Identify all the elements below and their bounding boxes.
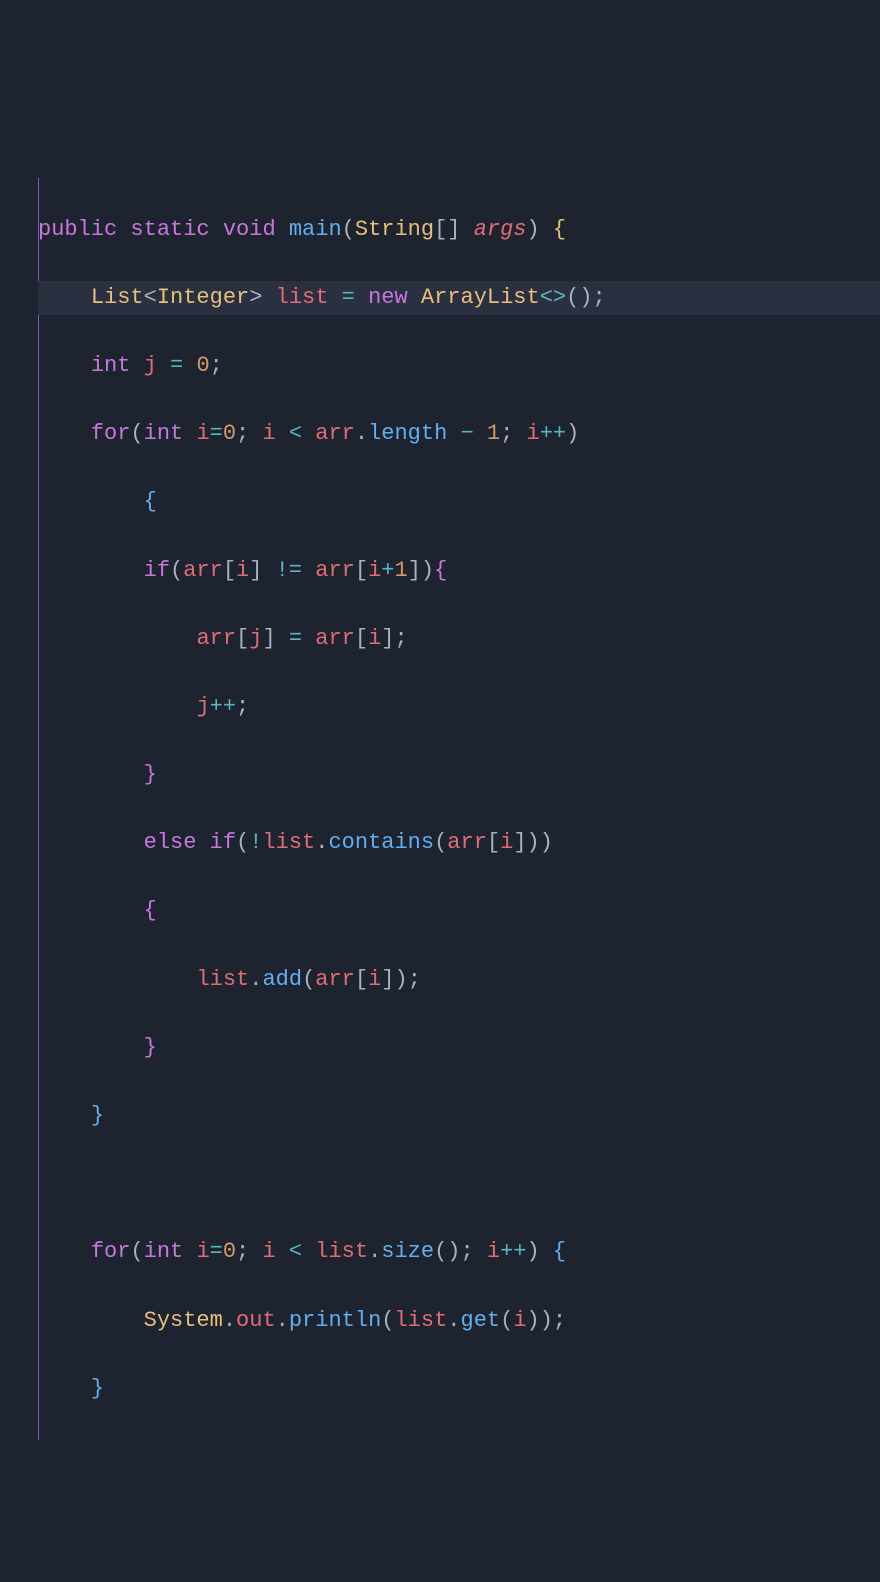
code-line: { <box>38 485 880 519</box>
method-main: main <box>289 217 342 242</box>
method-add: add <box>262 967 302 992</box>
code-editor[interactable]: public static void main(String[] args) {… <box>8 144 880 1440</box>
param-args: args <box>474 217 527 242</box>
code-line: } <box>38 1031 880 1065</box>
code-line: for(int i=0; i < arr.length − 1; i++) <box>38 417 880 451</box>
code-line: else if(!list.contains(arr[i])) <box>38 826 880 860</box>
code-line: public static void main(String[] args) { <box>38 213 880 247</box>
code-line: List<Integer> list = new ArrayList<>(); <box>38 281 880 315</box>
code-line: } <box>38 758 880 792</box>
code-line: System.out.println(list.get(i)); <box>38 1304 880 1338</box>
code-line: arr[j] = arr[i]; <box>38 622 880 656</box>
keyword-new: new <box>368 285 408 310</box>
method-contains: contains <box>328 830 434 855</box>
method-get: get <box>461 1308 501 1333</box>
var-i: i <box>196 421 209 446</box>
type-list: List <box>91 285 144 310</box>
code-line: int j = 0; <box>38 349 880 383</box>
code-line <box>38 1167 880 1201</box>
var-out: out <box>236 1308 276 1333</box>
code-line: } <box>38 1099 880 1133</box>
keyword-void: void <box>223 217 276 242</box>
type-integer: Integer <box>157 285 249 310</box>
keyword-int: int <box>91 353 131 378</box>
method-size: size <box>381 1239 434 1264</box>
keyword-public: public <box>38 217 117 242</box>
type-system: System <box>144 1308 223 1333</box>
type-string: String <box>355 217 434 242</box>
keyword-else: else <box>144 830 197 855</box>
var-list: list <box>276 285 329 310</box>
type-arraylist: ArrayList <box>421 285 540 310</box>
var-j: j <box>144 353 157 378</box>
code-line: } <box>38 1372 880 1406</box>
code-line: if(arr[i] != arr[i+1]){ <box>38 554 880 588</box>
code-line: list.add(arr[i]); <box>38 963 880 997</box>
number-one: 1 <box>487 421 500 446</box>
number-zero: 0 <box>196 353 209 378</box>
prop-length: length <box>368 421 447 446</box>
keyword-for: for <box>91 421 131 446</box>
method-println: println <box>289 1308 381 1333</box>
code-line: { <box>38 894 880 928</box>
code-line: j++; <box>38 690 880 724</box>
keyword-if: if <box>144 558 170 583</box>
code-line: for(int i=0; i < list.size(); i++) { <box>38 1235 880 1269</box>
keyword-static: static <box>130 217 209 242</box>
var-arr: arr <box>315 421 355 446</box>
